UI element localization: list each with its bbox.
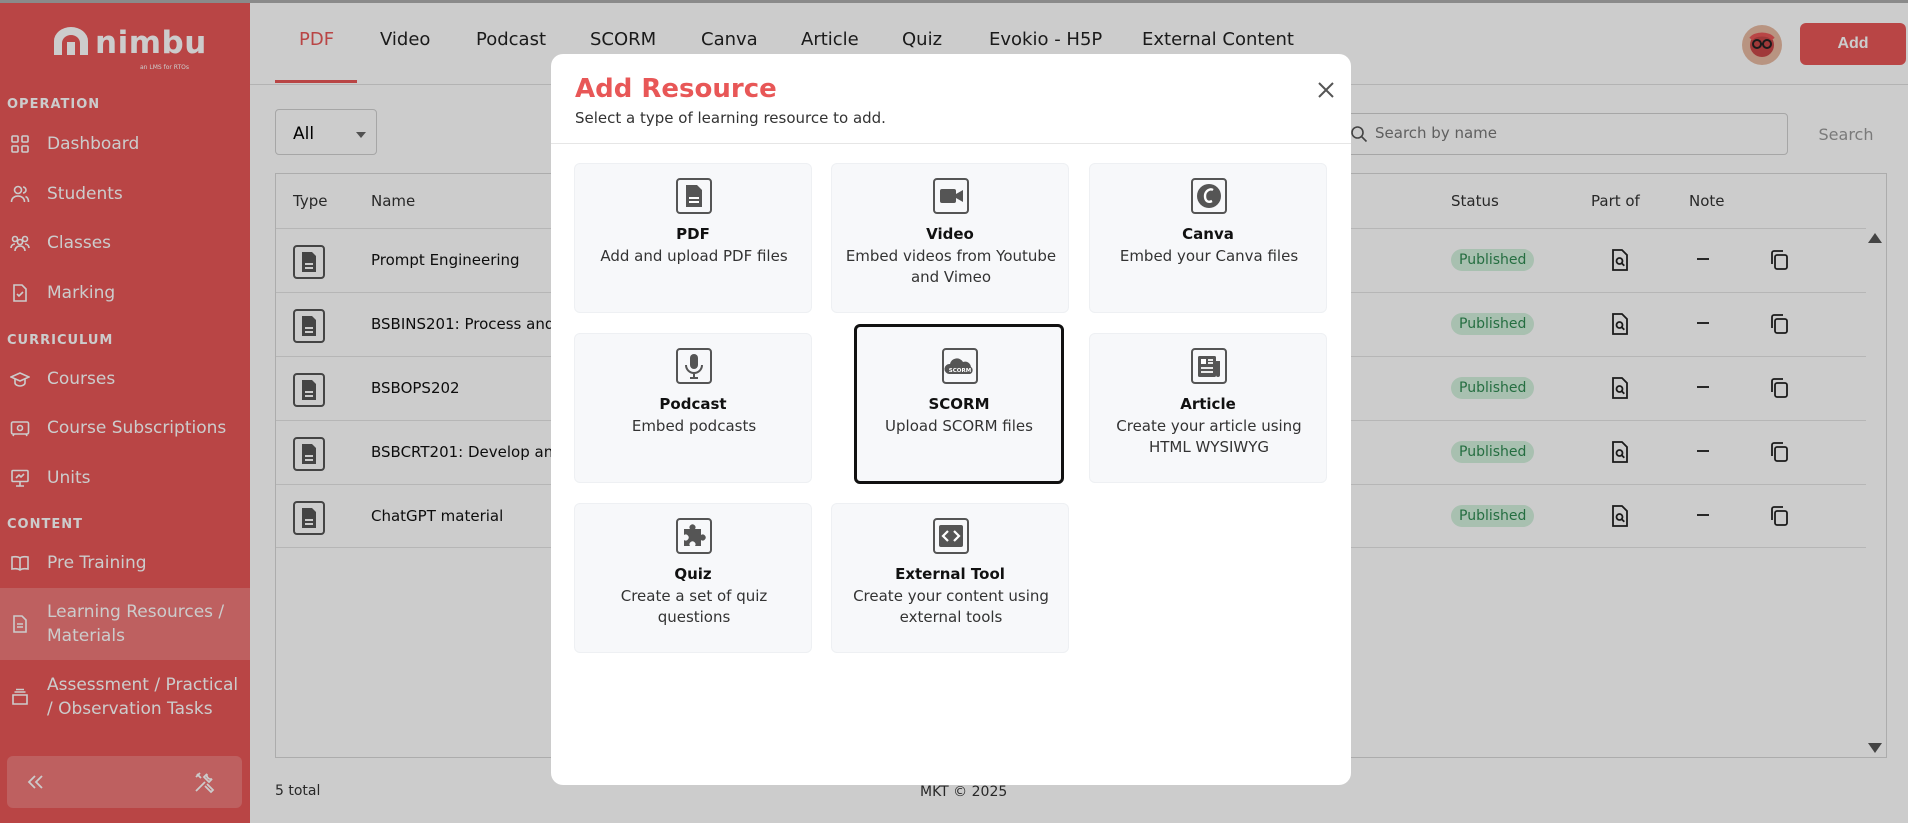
app-window: nimbu an LMS for RTOs OPERATION Dashboar… xyxy=(0,0,1908,823)
modal-divider xyxy=(551,143,1351,144)
card-title: Video xyxy=(926,225,974,243)
card-description: Create a set of quiz questions xyxy=(620,587,768,626)
resource-card-external-tool[interactable]: External Tool Create your content using … xyxy=(831,503,1069,653)
pdf-icon xyxy=(676,178,712,214)
resource-card-video[interactable]: Video Embed videos from Youtube and Vime… xyxy=(831,163,1069,313)
scorm-cloud-icon: SCORM xyxy=(942,348,978,384)
add-resource-modal: Add Resource Select a type of learning r… xyxy=(551,54,1351,785)
close-icon[interactable] xyxy=(1310,74,1342,106)
card-title: Article xyxy=(1180,395,1236,413)
card-title: Podcast xyxy=(659,395,727,413)
card-description: Upload SCORM files xyxy=(885,417,1033,435)
card-description: Create your article using HTML WYSIWYG xyxy=(1116,417,1302,456)
card-description: Embed podcasts xyxy=(631,417,757,435)
scorm-icon-text: SCORM xyxy=(949,368,971,374)
card-description: Add and upload PDF files xyxy=(600,247,788,265)
resource-card-pdf[interactable]: PDF Add and upload PDF files xyxy=(574,163,812,313)
card-title: SCORM xyxy=(928,395,990,413)
canva-icon xyxy=(1191,178,1227,214)
resource-card-article[interactable]: Article Create your article using HTML W… xyxy=(1089,333,1327,483)
card-description: Embed your Canva files xyxy=(1119,247,1299,265)
microphone-icon xyxy=(676,348,712,384)
puzzle-icon xyxy=(676,518,712,554)
modal-title: Add Resource xyxy=(575,74,777,104)
resource-card-quiz[interactable]: Quiz Create a set of quiz questions xyxy=(574,503,812,653)
resource-card-canva[interactable]: Canva Embed your Canva files xyxy=(1089,163,1327,313)
modal-subtitle: Select a type of learning resource to ad… xyxy=(575,109,886,127)
card-title: External Tool xyxy=(895,565,1005,583)
card-title: PDF xyxy=(676,225,710,243)
card-title: Quiz xyxy=(674,565,712,583)
video-camera-icon xyxy=(933,178,969,214)
code-icon xyxy=(933,518,969,554)
article-icon xyxy=(1191,348,1227,384)
card-title: Canva xyxy=(1182,225,1234,243)
card-description: Create your content using external tools xyxy=(853,587,1049,626)
resource-card-scorm[interactable]: SCORM SCORM Upload SCORM files xyxy=(854,324,1064,484)
resource-card-podcast[interactable]: Podcast Embed podcasts xyxy=(574,333,812,483)
card-description: Embed videos from Youtube and Vimeo xyxy=(845,247,1057,286)
